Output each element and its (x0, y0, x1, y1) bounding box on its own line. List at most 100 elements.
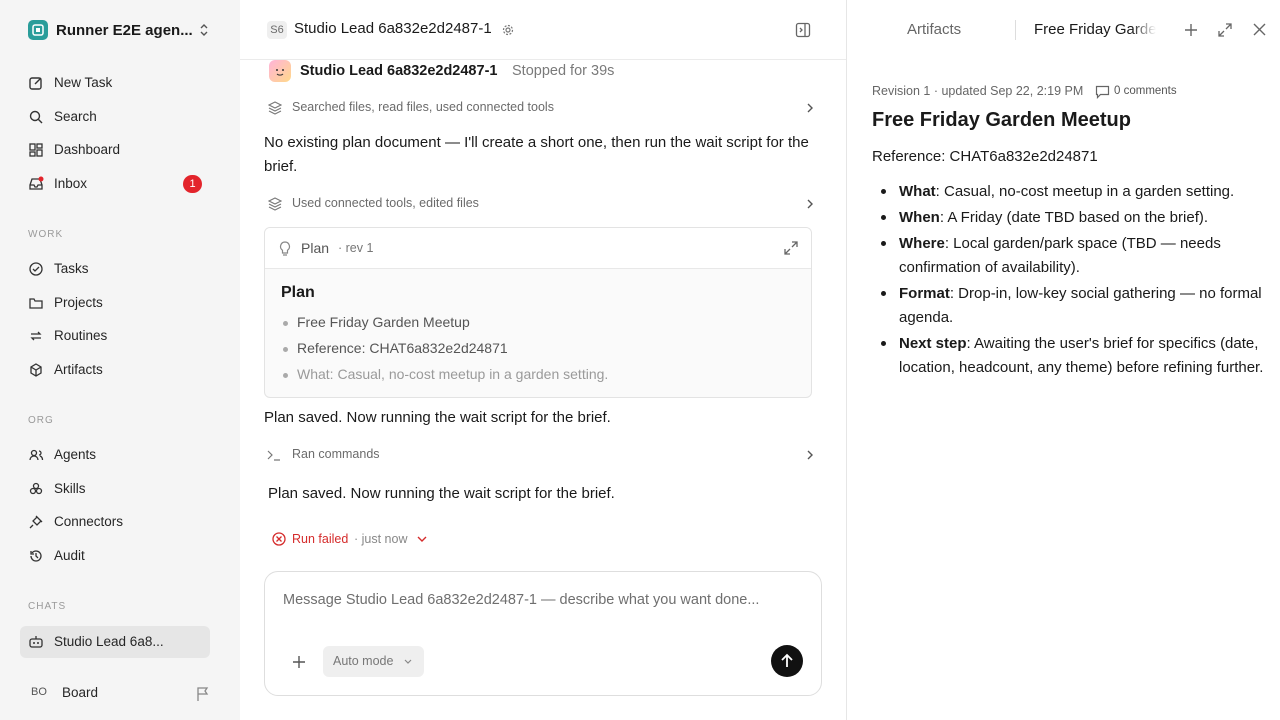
detail-key: Where (899, 235, 945, 252)
chevron-right-icon (807, 199, 813, 209)
close-icon[interactable] (1253, 23, 1266, 36)
cube-icon (30, 363, 42, 377)
tool-summary-text: Searched files, read files, used connect… (292, 100, 554, 114)
revision-meta: Revision 1 · updated Sep 22, 2:19 PM (872, 84, 1084, 98)
comment-icon (1095, 85, 1110, 99)
run-status[interactable]: Run failed · just now (272, 531, 442, 549)
workspace-logo-icon (28, 20, 48, 40)
detail-item: When: A Friday (date TBD based on the br… (872, 206, 1267, 230)
nav-routines[interactable]: Routines (20, 321, 210, 351)
nav-projects[interactable]: Projects (20, 288, 210, 318)
new-task-icon (29, 77, 42, 90)
chevron-down-icon (404, 659, 412, 664)
plus-icon[interactable] (1184, 23, 1198, 37)
plan-label: Plan (301, 240, 330, 256)
plug-icon (29, 515, 43, 529)
send-button[interactable] (771, 645, 803, 677)
workspace-switcher[interactable]: Runner E2E agen... (20, 14, 220, 46)
lightbulb-icon (279, 241, 291, 256)
nav-dashboard[interactable]: Dashboard (20, 135, 210, 165)
user-avatar[interactable]: BO (31, 686, 47, 698)
nav-skills[interactable]: Skills (20, 474, 210, 504)
nav-label: Tasks (54, 261, 89, 276)
run-status-time: · just now (354, 532, 408, 546)
nav-artifacts[interactable]: Artifacts (20, 355, 210, 385)
assistant-message: Plan saved. Now running the wait script … (268, 485, 615, 502)
nav-label: Inbox (54, 176, 88, 191)
layers-icon (268, 101, 282, 115)
nav-inbox[interactable]: Inbox 1 (20, 169, 210, 199)
detail-text: : A Friday (date TBD based on the brief)… (939, 209, 1209, 226)
artifact-title: Free Friday Garden Meetup (872, 109, 1131, 131)
comments-count: 0 comments (1114, 85, 1177, 97)
tool-summary-row[interactable]: Searched files, read files, used connect… (264, 97, 814, 119)
toggle-panel-icon[interactable] (795, 22, 811, 38)
section-heading-chats: CHATS (28, 601, 67, 612)
chevron-updown-icon (200, 24, 208, 36)
nav-label: Audit (54, 548, 85, 563)
check-circle-icon (29, 262, 43, 276)
nav-label: Routines (54, 328, 108, 343)
user-name[interactable]: Board (62, 685, 98, 700)
detail-key: When (899, 209, 940, 226)
skills-icon (29, 482, 43, 495)
tab-active-label: Free Friday Garden Meetup (1034, 21, 1156, 38)
folder-icon (29, 298, 43, 309)
bot-icon (29, 636, 43, 648)
tool-summary-text: Ran commands (292, 447, 380, 461)
users-icon (29, 449, 44, 461)
inbox-count-badge: 1 (183, 175, 202, 193)
plus-icon[interactable] (292, 655, 306, 669)
expand-icon[interactable] (783, 240, 799, 256)
artifact-details-list: What: Casual, no-cost meetup in a garden… (872, 180, 1267, 382)
history-icon (30, 550, 42, 562)
arrow-up-icon (781, 653, 793, 667)
chevron-right-icon (807, 103, 813, 113)
detail-item: Format: Drop-in, low-key social gatherin… (872, 282, 1267, 330)
tool-summary-row[interactable]: Used connected tools, edited files (264, 193, 814, 215)
plan-card[interactable]: Plan · rev 1 Plan Free Friday Garden Mee… (264, 227, 812, 398)
detail-text: : Drop-in, low-key social gathering — no… (899, 285, 1262, 326)
settings-icon[interactable] (502, 24, 514, 36)
nav-connectors[interactable]: Connectors (20, 507, 210, 537)
assistant-message: Plan saved. Now running the wait script … (264, 409, 611, 426)
plan-heading: Plan (281, 284, 315, 301)
sidebar: Runner E2E agen... New Task Search Dashb… (0, 0, 240, 720)
mode-select-label: Auto mode (333, 654, 394, 668)
artifact-panel: Artifacts Free Friday Garden Meetup Revi… (846, 0, 1280, 720)
app-window: Runner E2E agen... New Task Search Dashb… (0, 0, 1280, 720)
agent-badge: S6 (267, 21, 287, 39)
nav-agents[interactable]: Agents (20, 440, 210, 470)
plan-item: What: Casual, no-cost meetup in a garden… (282, 366, 609, 382)
agent-status: Stopped for 39s (512, 63, 615, 79)
plan-item: Free Friday Garden Meetup (283, 314, 470, 330)
chat-item-studio-lead[interactable]: Studio Lead 6a8... (20, 626, 210, 658)
mode-select[interactable]: Auto mode (323, 646, 424, 677)
detail-key: What (899, 183, 936, 200)
detail-item: Next step: Awaiting the user's brief for… (872, 332, 1267, 380)
section-heading-work: WORK (28, 229, 64, 240)
nav-new-task[interactable]: New Task (20, 68, 210, 98)
nav-label: New Task (54, 75, 113, 90)
chat-header: S6 Studio Lead 6a832e2d2487-1 (240, 0, 846, 60)
tab-artifacts[interactable]: Artifacts (907, 21, 961, 38)
nav-label: Agents (54, 447, 97, 462)
message-input[interactable]: Message Studio Lead 6a832e2d2487-1 — des… (283, 592, 759, 608)
nav-search[interactable]: Search (20, 102, 210, 132)
expand-icon[interactable] (1217, 22, 1233, 38)
repeat-icon (30, 331, 42, 341)
error-circle-icon (272, 532, 286, 546)
chevron-right-icon (807, 450, 813, 460)
tool-summary-row[interactable]: Ran commands (264, 444, 814, 466)
chat-panel: S6 Studio Lead 6a832e2d2487-1 Studio Lea… (240, 0, 846, 720)
run-status-label: Run failed (292, 532, 349, 546)
message-thread: Studio Lead 6a832e2d2487-1 Stopped for 3… (240, 60, 846, 720)
nav-tasks[interactable]: Tasks (20, 254, 210, 284)
inbox-icon (29, 176, 44, 190)
nav-audit[interactable]: Audit (20, 541, 210, 571)
artifact-reference: Reference: CHAT6a832e2d24871 (872, 148, 1098, 165)
tab-active-artifact[interactable]: Free Friday Garden Meetup (1034, 21, 1156, 39)
flag-icon[interactable] (196, 686, 210, 702)
detail-item: What: Casual, no-cost meetup in a garden… (872, 180, 1267, 204)
artifact-tabs: Artifacts Free Friday Garden Meetup (847, 0, 1280, 60)
